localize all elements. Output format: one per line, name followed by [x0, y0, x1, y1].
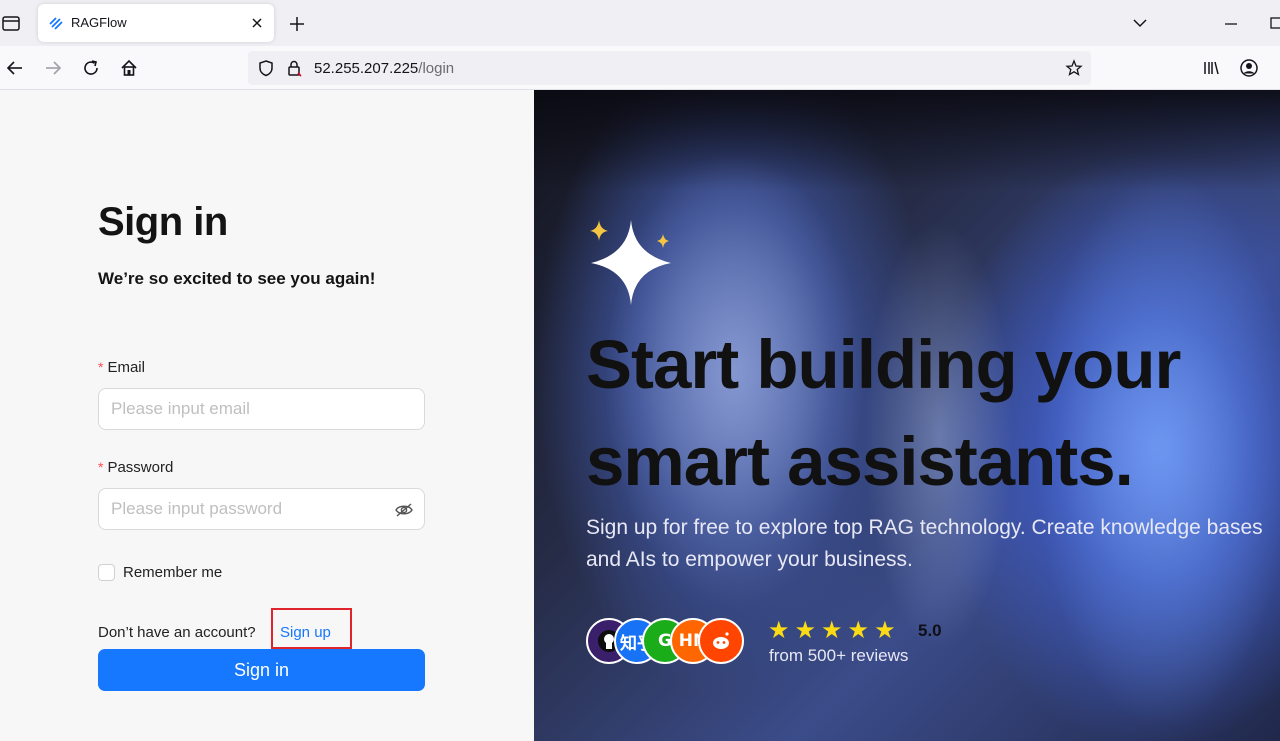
back-arrow-icon[interactable] — [4, 57, 26, 79]
lock-icon[interactable] — [285, 59, 303, 77]
no-account-text: Don’t have an account? — [98, 624, 256, 641]
minimize-window-icon[interactable] — [1222, 14, 1240, 32]
reddit-icon — [698, 618, 744, 664]
email-label: * Email — [98, 359, 145, 376]
bookmark-star-icon[interactable] — [1065, 59, 1083, 77]
maximize-window-icon[interactable] — [1268, 14, 1280, 32]
signup-link[interactable]: Sign up — [280, 624, 331, 641]
email-input[interactable] — [98, 388, 425, 430]
login-page: Sign in We’re so excited to see you agai… — [0, 90, 1280, 741]
tab-title: RAGFlow — [71, 15, 127, 30]
library-icon[interactable] — [1201, 58, 1221, 78]
address-bar[interactable]: 52.255.207.225/login — [248, 51, 1091, 85]
login-form-panel: Sign in We’re so excited to see you agai… — [0, 90, 534, 741]
required-mark: * — [98, 459, 104, 475]
reload-icon[interactable] — [80, 57, 102, 79]
reviews-count: from 500+ reviews — [769, 646, 909, 665]
url-text[interactable]: 52.255.207.225/login — [314, 60, 454, 77]
hero-description: Sign up for free to explore top RAG tech… — [586, 516, 1263, 571]
rating-value: 5.0 — [918, 621, 942, 640]
ragflow-logo-icon — [49, 17, 63, 30]
browser-tab-bar: RAGFlow — [0, 0, 1280, 46]
account-icon[interactable] — [1239, 58, 1259, 78]
rating-stars: ★★★★★ — [768, 617, 901, 644]
remember-me-checkbox[interactable] — [98, 564, 115, 581]
page-title: Sign in — [98, 200, 228, 244]
required-mark: * — [98, 359, 104, 375]
browser-nav-bar: 52.255.207.225/login — [0, 46, 1280, 90]
tab-list-icon[interactable] — [0, 13, 22, 33]
remember-me-label[interactable]: Remember me — [123, 564, 222, 581]
sign-in-button[interactable]: Sign in — [98, 649, 425, 691]
hero-panel: Start building your smart assistants. Si… — [534, 90, 1280, 741]
new-tab-icon[interactable] — [286, 13, 308, 35]
page-subtitle: We’re so excited to see you again! — [98, 269, 376, 288]
forward-arrow-icon[interactable] — [42, 57, 64, 79]
community-avatars: 知乎 G HN — [586, 618, 756, 666]
hero-headline: Start building your smart assistants. — [586, 326, 1181, 500]
close-tab-icon[interactable] — [248, 14, 266, 32]
eye-invisible-icon[interactable] — [394, 500, 414, 520]
home-icon[interactable] — [118, 57, 140, 79]
shield-icon[interactable] — [257, 59, 275, 77]
password-input[interactable] — [98, 488, 425, 530]
sparkle-icon — [590, 220, 671, 305]
list-all-tabs-chevron-icon[interactable] — [1131, 14, 1149, 32]
browser-tab[interactable]: RAGFlow — [38, 4, 274, 42]
password-label: * Password — [98, 459, 174, 476]
